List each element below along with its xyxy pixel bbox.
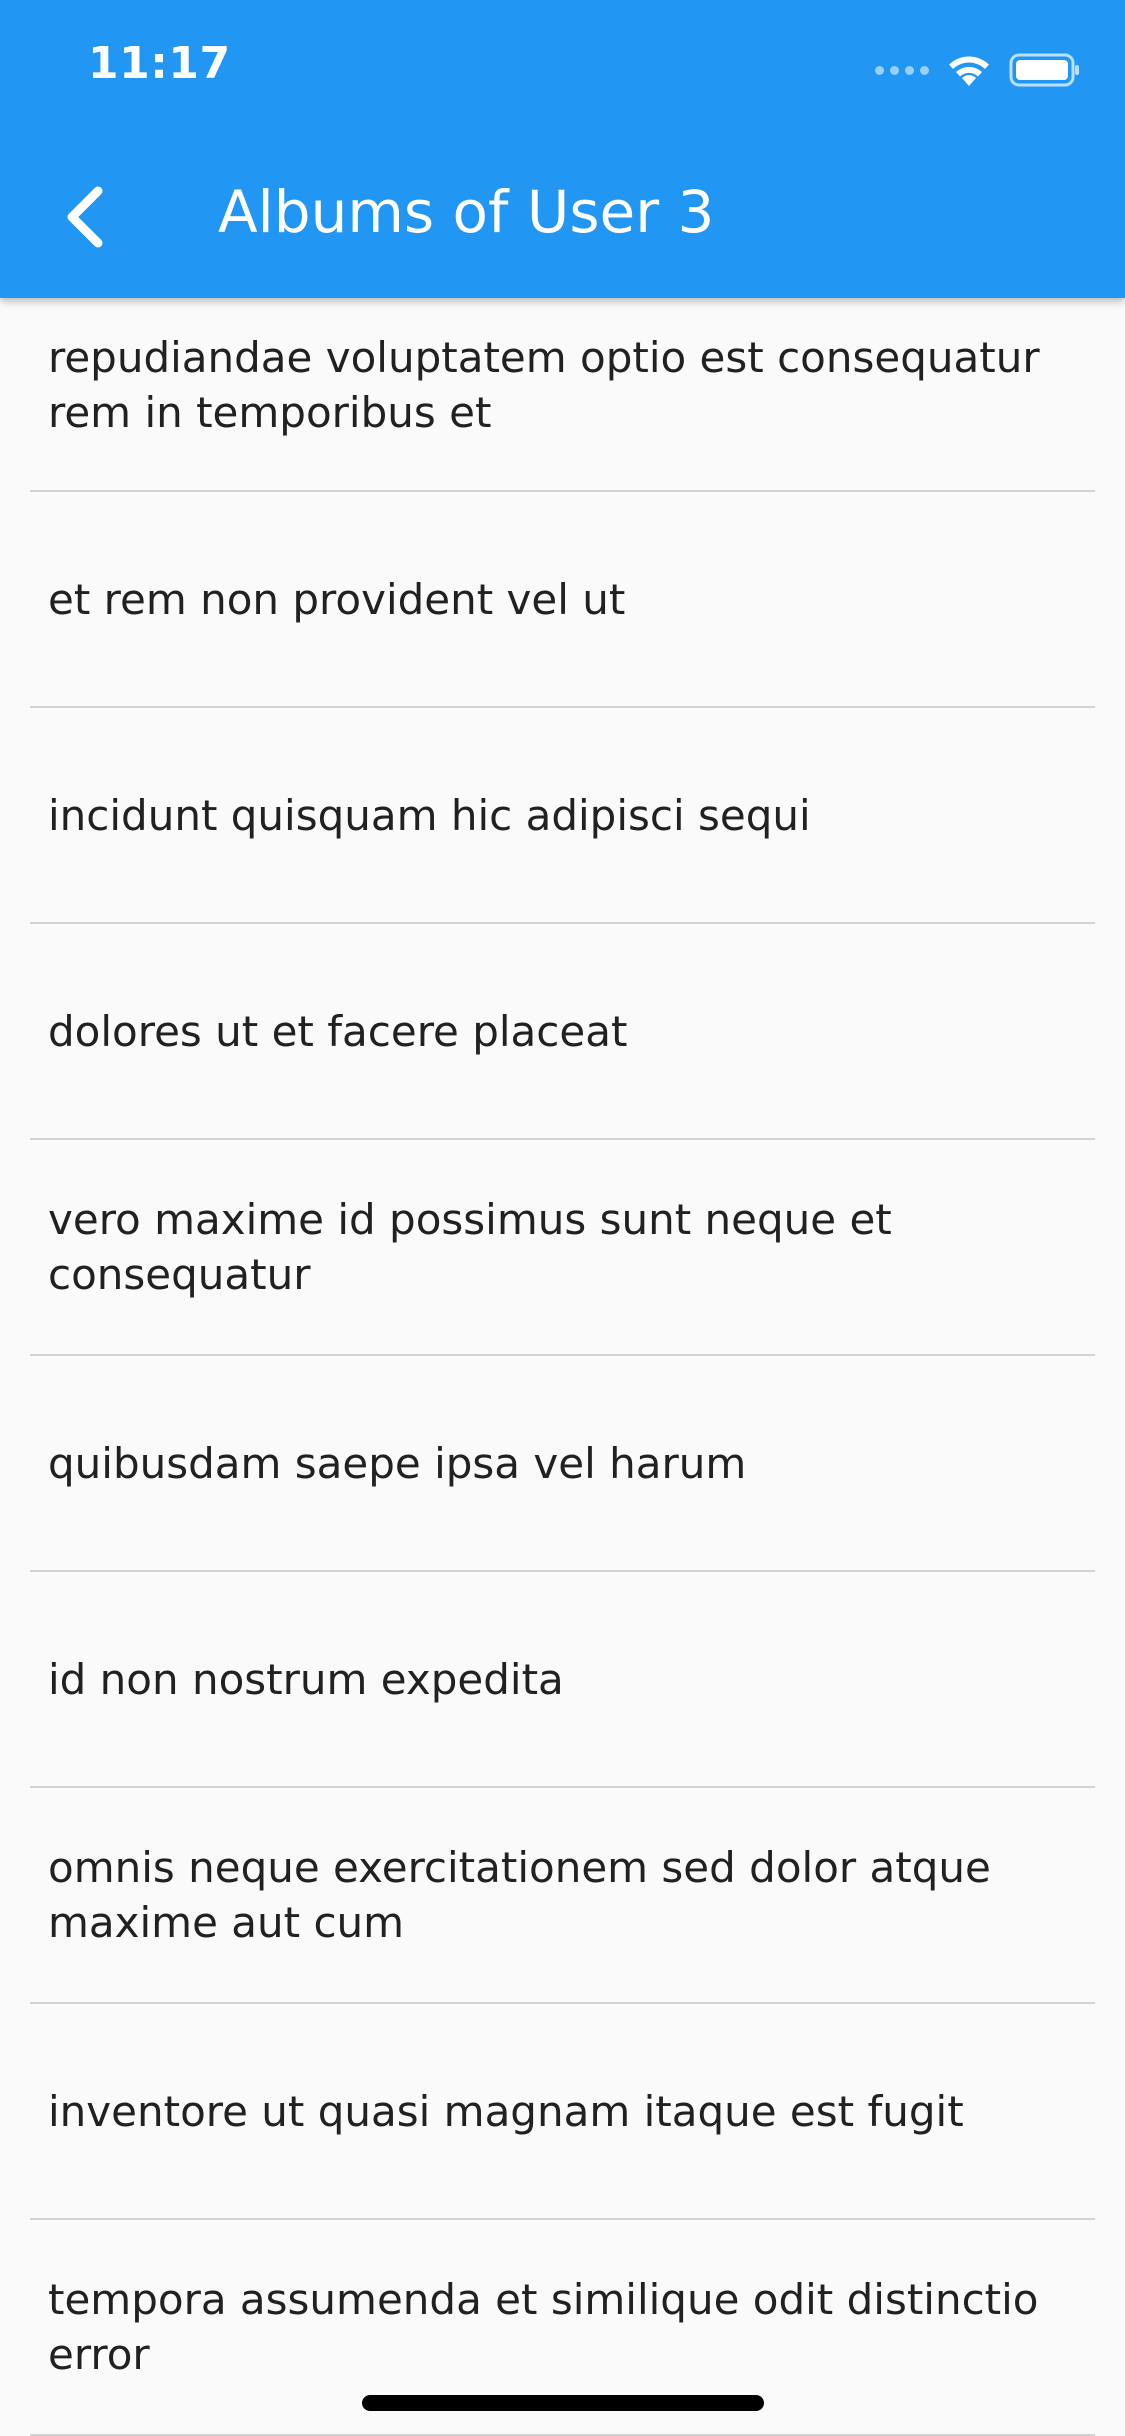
status-time: 11:17 bbox=[88, 38, 231, 89]
list-item-title: et rem non provident vel ut bbox=[48, 574, 626, 624]
list-item[interactable]: repudiandae voluptatem optio est consequ… bbox=[30, 298, 1095, 492]
album-list[interactable]: repudiandae voluptatem optio est consequ… bbox=[0, 298, 1125, 2436]
status-icons bbox=[875, 48, 1081, 92]
wifi-icon bbox=[949, 56, 989, 86]
list-item[interactable]: incidunt quisquam hic adipisci sequi bbox=[30, 708, 1095, 924]
home-indicator[interactable] bbox=[362, 2395, 764, 2411]
battery-icon bbox=[1009, 53, 1079, 87]
list-item-title: dolores ut et facere placeat bbox=[48, 1006, 628, 1056]
list-item[interactable]: id non nostrum expedita bbox=[30, 1572, 1095, 1788]
list-item[interactable]: vero maxime id possimus sunt neque et co… bbox=[30, 1140, 1095, 1356]
list-item-title: tempora assumenda et similique odit dist… bbox=[48, 2275, 1039, 2379]
list-item-title: quibusdam saepe ipsa vel harum bbox=[48, 1438, 747, 1488]
app-bar: 11:17 Albums of User 3 bbox=[0, 0, 1125, 298]
list-item-title: id non nostrum expedita bbox=[48, 1654, 564, 1704]
list-item-title: omnis neque exercitationem sed dolor atq… bbox=[48, 1843, 991, 1947]
back-button[interactable] bbox=[48, 172, 120, 262]
page-title: Albums of User 3 bbox=[218, 178, 715, 246]
list-item-title: incidunt quisquam hic adipisci sequi bbox=[48, 790, 811, 840]
list-item[interactable]: quibusdam saepe ipsa vel harum bbox=[30, 1356, 1095, 1572]
list-item-title: inventore ut quasi magnam itaque est fug… bbox=[48, 2086, 964, 2136]
list-item-title: repudiandae voluptatem optio est consequ… bbox=[48, 333, 1040, 437]
cellular-signal-icon bbox=[875, 65, 929, 75]
list-item-title: vero maxime id possimus sunt neque et co… bbox=[48, 1195, 892, 1299]
list-item[interactable]: omnis neque exercitationem sed dolor atq… bbox=[30, 1788, 1095, 2004]
list-item[interactable]: et rem non provident vel ut bbox=[30, 492, 1095, 708]
list-item[interactable]: dolores ut et facere placeat bbox=[30, 924, 1095, 1140]
chevron-left-icon bbox=[67, 186, 103, 248]
list-item[interactable]: inventore ut quasi magnam itaque est fug… bbox=[30, 2004, 1095, 2220]
